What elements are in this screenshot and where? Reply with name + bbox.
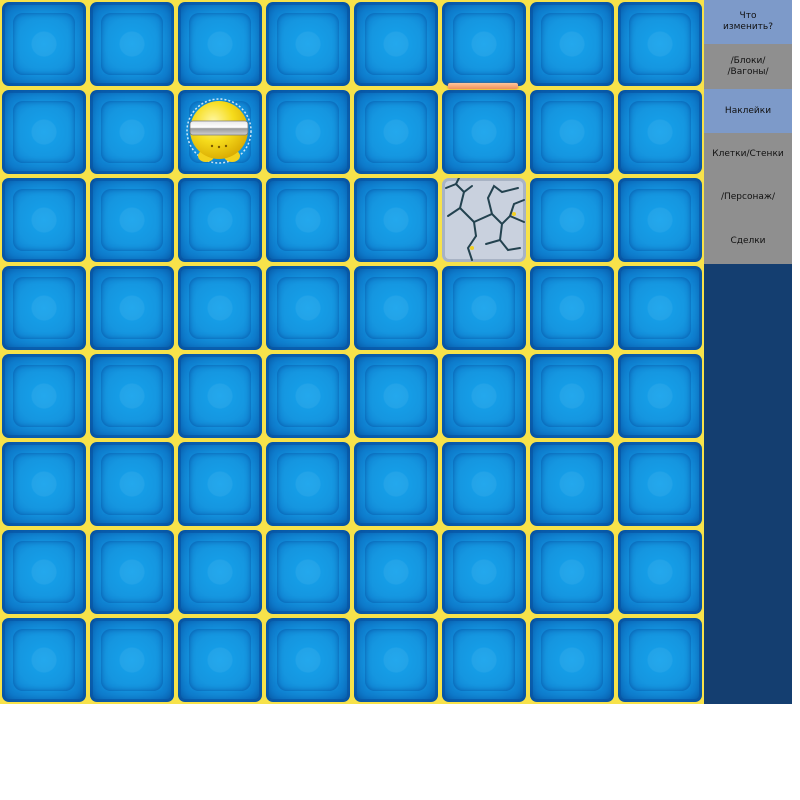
board-cell[interactable] (178, 530, 262, 614)
board-cell[interactable] (618, 354, 702, 438)
board-cell[interactable] (90, 354, 174, 438)
board-cell[interactable] (90, 530, 174, 614)
board-cell[interactable] (2, 90, 86, 174)
menu-blocks-wagons[interactable]: /Блоки/ /Вагоны/ (704, 44, 792, 89)
board-cell[interactable] (2, 442, 86, 526)
board-cell[interactable] (530, 618, 614, 702)
menu-deals[interactable]: Сделки (704, 218, 792, 264)
board-cell[interactable] (2, 178, 86, 262)
menu-character[interactable]: /Персонаж/ (704, 176, 792, 218)
board-cell[interactable] (2, 530, 86, 614)
board-cell[interactable] (178, 354, 262, 438)
board-cell[interactable] (2, 618, 86, 702)
board-cell[interactable] (178, 442, 262, 526)
board-cell[interactable] (442, 618, 526, 702)
board-cell[interactable] (530, 90, 614, 174)
board-cell[interactable] (618, 178, 702, 262)
board-cell[interactable] (618, 2, 702, 86)
board-cell[interactable] (178, 266, 262, 350)
board-cell[interactable] (2, 2, 86, 86)
board-cell[interactable] (442, 530, 526, 614)
board-cell[interactable] (266, 442, 350, 526)
board-cell[interactable] (354, 354, 438, 438)
board-cell[interactable] (90, 618, 174, 702)
board-cell[interactable] (530, 530, 614, 614)
wall-segment[interactable] (448, 83, 518, 89)
board-cell[interactable] (530, 354, 614, 438)
board-cell[interactable] (266, 266, 350, 350)
board-cell[interactable] (90, 90, 174, 174)
board-cell[interactable] (266, 2, 350, 86)
board-cell[interactable] (442, 442, 526, 526)
board-cell[interactable] (354, 178, 438, 262)
board-cell[interactable] (266, 354, 350, 438)
board-cell[interactable] (618, 618, 702, 702)
board-cell[interactable] (90, 266, 174, 350)
board-cell[interactable] (618, 266, 702, 350)
board-cell[interactable] (530, 2, 614, 86)
board-cell[interactable] (90, 2, 174, 86)
board-cell[interactable] (618, 442, 702, 526)
board-cell[interactable] (90, 442, 174, 526)
board-cell[interactable] (2, 354, 86, 438)
board-cell[interactable] (442, 2, 526, 86)
board-cell[interactable] (354, 530, 438, 614)
board-cell[interactable] (354, 2, 438, 86)
board-cell[interactable] (442, 354, 526, 438)
menu-stickers[interactable]: Наклейки (704, 89, 792, 133)
board-cell[interactable] (530, 442, 614, 526)
board-cell[interactable] (618, 530, 702, 614)
game-board (0, 0, 704, 704)
board-cell[interactable] (266, 618, 350, 702)
robot-character-icon[interactable] (186, 96, 252, 166)
board-cell[interactable] (90, 178, 174, 262)
menu-what-to-change[interactable]: Что изменить? (704, 0, 792, 44)
board-cell[interactable] (178, 618, 262, 702)
sidebar: Что изменить? /Блоки/ /Вагоны/ Наклейки … (704, 0, 792, 704)
crack-icon (445, 178, 525, 261)
board-cell[interactable] (2, 266, 86, 350)
board-cell[interactable] (354, 266, 438, 350)
cracked-cell[interactable] (442, 178, 526, 262)
board-cell[interactable] (442, 266, 526, 350)
board-cell[interactable] (266, 90, 350, 174)
board-cell[interactable] (354, 442, 438, 526)
board-cell[interactable] (178, 178, 262, 262)
board-cell[interactable] (530, 266, 614, 350)
board-cell[interactable] (266, 178, 350, 262)
board-cell[interactable] (442, 90, 526, 174)
board-cell[interactable] (178, 2, 262, 86)
board-cell[interactable] (354, 90, 438, 174)
board-cell[interactable] (354, 618, 438, 702)
board-cell[interactable] (618, 90, 702, 174)
board-cell[interactable] (266, 530, 350, 614)
menu-cells-walls[interactable]: Клетки/Стенки (704, 133, 792, 176)
board-cell[interactable] (530, 178, 614, 262)
